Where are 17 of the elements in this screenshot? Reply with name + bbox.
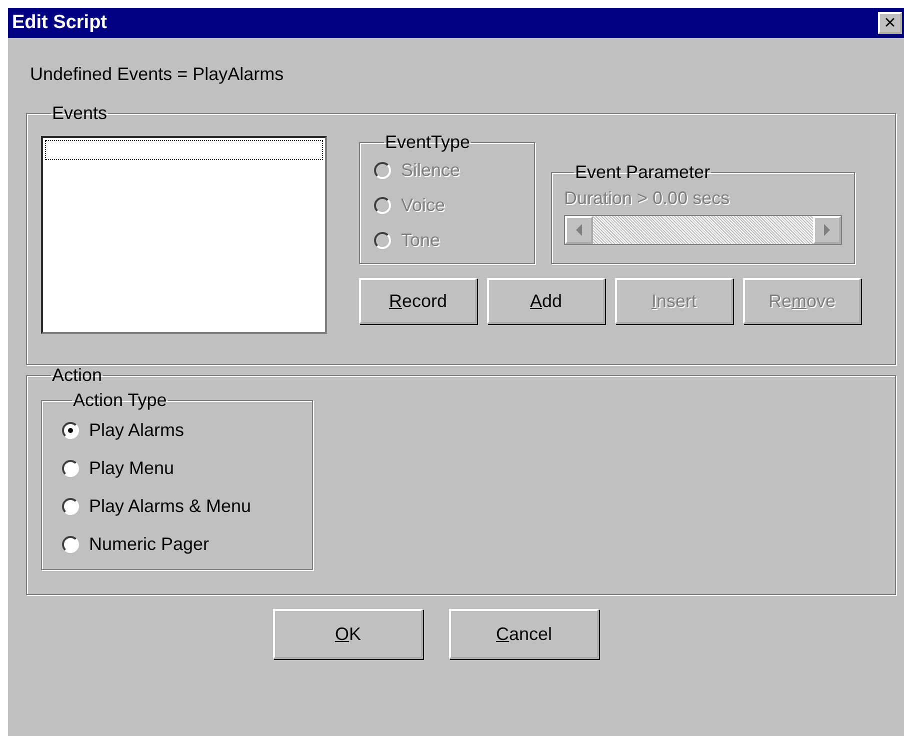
group-label: Action <box>51 365 104 386</box>
close-button[interactable]: × <box>878 12 902 34</box>
option-label[interactable]: Play Alarms & Menu <box>89 496 252 516</box>
group-label: Action Type <box>72 390 168 411</box>
event-button[interactable]: Record <box>359 278 477 324</box>
option-label[interactable]: Play Alarms <box>89 420 184 440</box>
group-label: Events <box>51 103 108 124</box>
group-label: EventType <box>384 132 472 153</box>
option-label[interactable]: Play Menu <box>89 458 174 478</box>
group-label: Event Parameter <box>574 162 712 183</box>
option-label[interactable]: Numeric Pager <box>89 534 210 554</box>
event-button[interactable]: Add <box>487 278 605 324</box>
duration-label: Duration > 0.00 secs <box>564 187 731 210</box>
window-title: Edit Script <box>12 12 108 34</box>
status-text: Undefined Events = PlayAlarms <box>30 64 285 85</box>
dialog-button[interactable]: OK <box>273 609 423 659</box>
dialog-button[interactable]: Cancel <box>449 609 599 659</box>
